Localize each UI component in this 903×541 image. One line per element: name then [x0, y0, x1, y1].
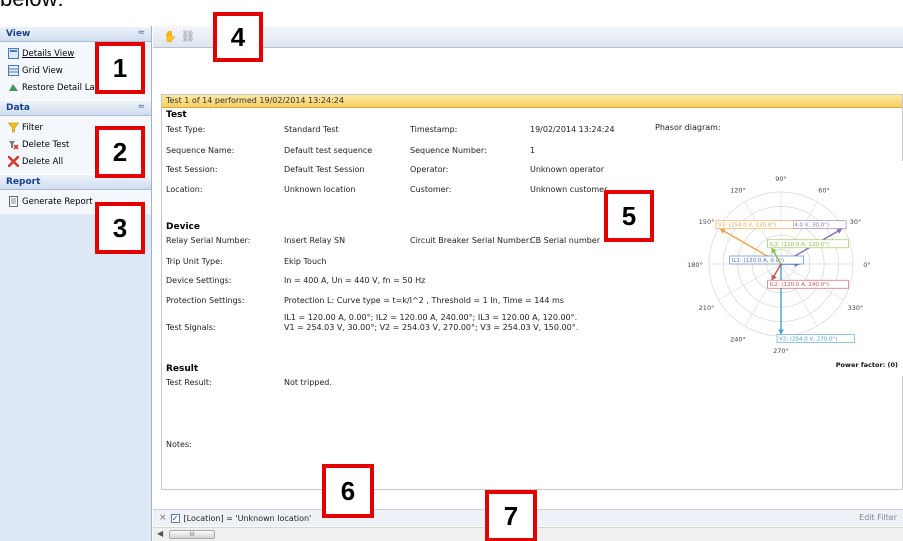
section-title-device: Device [166, 222, 200, 232]
phasor-diagram-svg: 90°60°120°150°30°180°0°210°330°240°300°2… [658, 161, 903, 376]
phasor-angle-label: 240° [730, 335, 746, 343]
callout-7: 7 [485, 490, 537, 541]
sidebar-item-label: Generate Report [22, 196, 93, 207]
caption-fragment: below: [0, 0, 64, 12]
phasor-angle-label: 0° [863, 261, 870, 269]
report-panel: Test 1 of 14 performed 19/02/2014 13:24:… [161, 94, 903, 490]
phasor-angle-label: 210° [699, 304, 715, 312]
app-window: below: View ≈ Details View Grid View Res… [0, 0, 903, 541]
sidebar-item-label: Filter [22, 122, 44, 133]
phasor-angle-label: 330° [848, 304, 864, 312]
section-title-result: Result [166, 364, 199, 374]
phasor-angle-label: 270° [773, 347, 789, 355]
generate-report-icon [9, 196, 18, 207]
toolbar: ✋ ⛓ [153, 26, 903, 48]
clear-filter-icon[interactable]: × [159, 513, 167, 523]
collapse-chevron-icon[interactable]: ≈ [137, 102, 145, 112]
filter-icon [8, 122, 19, 133]
grid-view-icon [8, 65, 19, 76]
edit-filter-link[interactable]: Edit Filter [859, 513, 897, 522]
phasor-angle-label: 90° [775, 175, 787, 183]
test-session-value: Default Test Session [284, 165, 365, 174]
callout-2: 2 [95, 126, 145, 178]
phasor-label: IL1: (120.0 A, 0.0°) [732, 258, 784, 264]
sidebar: View ≈ Details View Grid View Restore De… [0, 26, 152, 541]
operator-label: Operator: [410, 165, 449, 174]
phasor-angle-label: 180° [687, 261, 703, 269]
callout-3: 3 [95, 202, 145, 254]
relay-serial-label: Relay Serial Number: [166, 236, 251, 245]
sidebar-item-label: Details View [22, 48, 75, 59]
phasor-diagram: 90°60°120°150°30°180°0°210°330°240°300°2… [658, 161, 903, 376]
phasor-angle-label: 120° [730, 187, 746, 195]
filter-enabled-checkbox[interactable]: ✓ [170, 513, 180, 523]
cb-serial-label: Circuit Breaker Serial Number: [410, 236, 532, 245]
main-area: ✋ ⛓ Test 1 of 14 performed 19/02/2014 13… [153, 26, 903, 541]
location-value: Unknown location [284, 185, 356, 194]
test-result-label: Test Result: [166, 378, 212, 387]
callout-4: 4 [213, 12, 263, 62]
test-signals-label: Test Signals: [166, 323, 216, 332]
test-signals-line1: IL1 = 120.00 A, 0.00°; IL2 = 120.00 A, 2… [284, 313, 578, 322]
group-title-report: Report [6, 177, 41, 187]
group-header-view[interactable]: View ≈ [0, 26, 151, 42]
delete-all-icon [8, 156, 19, 167]
report-body: Test Test Type: Standard Test Timestamp:… [162, 108, 903, 489]
trip-unit-label: Trip Unit Type: [166, 257, 223, 266]
phasor-angle-label: 150° [699, 218, 715, 226]
phasor-angle-label: 60° [818, 187, 830, 195]
phasor-label: IL3: (120.0 A, 120.0°) [770, 242, 829, 248]
link-icon[interactable]: ⛓ [181, 30, 195, 43]
test-result-value: Not tripped. [284, 378, 332, 387]
notes-label: Notes: [166, 440, 192, 449]
device-settings-label: Device Settings: [166, 276, 232, 285]
trip-unit-value: Ekip Touch [284, 257, 327, 266]
relay-serial-value: Insert Relay SN [284, 236, 346, 245]
sequence-name-label: Sequence Name: [166, 146, 235, 155]
sidebar-item-label: Grid View [22, 65, 63, 76]
collapse-chevron-icon[interactable]: ≈ [137, 28, 145, 38]
protection-settings-label: Protection Settings: [166, 296, 245, 305]
timestamp-label: Timestamp: [410, 125, 458, 134]
callout-1: 1 [95, 42, 145, 94]
customer-label: Customer: [410, 185, 452, 194]
timestamp-value: 19/02/2014 13:24:24 [530, 125, 615, 134]
section-title-test: Test [166, 110, 187, 120]
phasor-label: V3: (254.0 V, 150.0°) [718, 223, 776, 229]
delete-test-icon [9, 141, 19, 150]
phasor-label: V2: (254.0 V, 270.0°) [779, 337, 837, 343]
report-header: Test 1 of 14 performed 19/02/2014 13:24:… [162, 95, 902, 108]
sidebar-item-label: Delete All [22, 156, 64, 167]
sidebar-item-label: Delete Test [22, 139, 70, 150]
phasor-diagram-label: Phasor diagram: [655, 123, 721, 132]
filter-expression[interactable]: [Location] = 'Unknown location' [184, 514, 312, 523]
group-title-data: Data [6, 103, 30, 113]
phasor-angle-label: 30° [850, 218, 862, 226]
device-settings-value: In = 400 A, Un = 440 V, fn = 50 Hz [284, 276, 426, 285]
callout-5: 5 [604, 190, 654, 242]
test-session-label: Test Session: [166, 165, 218, 174]
customer-value: Unknown customer [530, 185, 608, 194]
test-type-label: Test Type: [166, 125, 206, 134]
protection-settings-value: Protection L: Curve type = t=k/I^2 , Thr… [284, 296, 564, 305]
callout-6: 6 [322, 464, 374, 518]
group-header-data[interactable]: Data ≈ [0, 100, 151, 116]
sequence-number-label: Sequence Number: [410, 146, 487, 155]
scrollbar-thumb[interactable]: III [169, 530, 215, 539]
phasor-label: IL2: (120.0 A, 240.0°) [770, 282, 829, 288]
sequence-name-value: Default test sequence [284, 146, 373, 155]
test-type-value: Standard Test [284, 125, 339, 134]
operator-value: Unknown operator [530, 165, 605, 174]
scroll-left-icon[interactable]: ◀ [157, 529, 163, 538]
sequence-number-value: 1 [530, 146, 536, 155]
test-signals-line2: V1 = 254.03 V, 30.00°; V2 = 254.03 V, 27… [284, 323, 579, 332]
group-title-view: View [6, 29, 31, 39]
hand-icon[interactable]: ✋ [163, 30, 177, 43]
restore-layout-icon [9, 84, 18, 91]
cb-serial-value: CB Serial number [530, 236, 601, 245]
details-view-icon [8, 48, 19, 59]
power-factor-label: Power factor: (0) [836, 361, 898, 369]
location-label: Location: [166, 185, 203, 194]
